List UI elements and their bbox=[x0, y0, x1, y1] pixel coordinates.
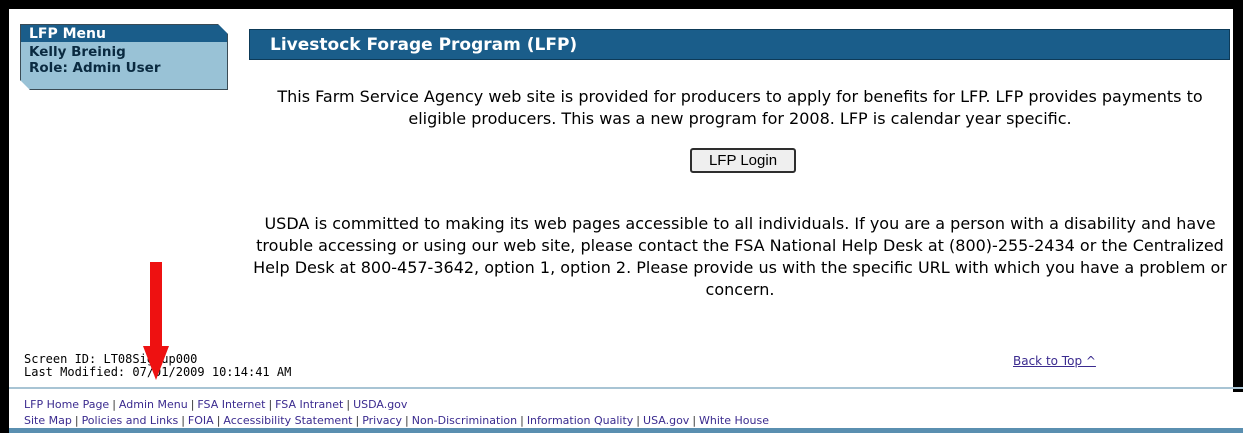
footer-link-usa-gov[interactable]: USA.gov bbox=[643, 414, 689, 427]
footer-link-lfp-home[interactable]: LFP Home Page bbox=[24, 398, 109, 411]
footer-link-non-discrimination[interactable]: Non-Discrimination bbox=[412, 414, 517, 427]
footer-separator: | bbox=[346, 398, 351, 411]
footer-link-fsa-internet[interactable]: FSA Internet bbox=[197, 398, 265, 411]
footer-link-accessibility[interactable]: Accessibility Statement bbox=[223, 414, 352, 427]
intro-paragraph: This Farm Service Agency web site is pro… bbox=[277, 87, 1203, 128]
footer-link-policies[interactable]: Policies and Links bbox=[82, 414, 179, 427]
footer-divider bbox=[9, 387, 1243, 389]
accessibility-paragraph: USDA is committed to making its web page… bbox=[253, 214, 1227, 299]
footer-separator: | bbox=[74, 414, 79, 427]
footer-separator: | bbox=[268, 398, 273, 411]
back-to-top-link[interactable]: Back to Top ^ bbox=[1013, 354, 1096, 368]
footer-link-fsa-intranet[interactable]: FSA Intranet bbox=[275, 398, 343, 411]
footer-separator: | bbox=[405, 414, 409, 427]
footer-link-admin-menu[interactable]: Admin Menu bbox=[119, 398, 188, 411]
footer-separator: | bbox=[190, 398, 195, 411]
footer-separator: | bbox=[112, 398, 116, 411]
window-left-border bbox=[0, 0, 9, 433]
footer-separator: | bbox=[355, 414, 360, 427]
footer-links-secondary: Site Map | Policies and Links | FOIA | Accessi… bbox=[24, 414, 769, 427]
page-header-bar: Livestock Forage Program (LFP) bbox=[249, 29, 1230, 60]
page-title: Livestock Forage Program (LFP) bbox=[270, 35, 578, 55]
footer-separator: | bbox=[181, 414, 185, 427]
footer-link-white-house[interactable]: White House bbox=[699, 414, 769, 427]
user-role: Role: Admin User bbox=[29, 60, 161, 76]
red-down-arrow-annotation bbox=[143, 262, 169, 380]
menu-title[interactable]: LFP Menu bbox=[29, 26, 106, 42]
footer-link-information-quality[interactable]: Information Quality bbox=[527, 414, 633, 427]
footer-separator: | bbox=[520, 414, 524, 427]
footer-link-site-map[interactable]: Site Map bbox=[24, 414, 72, 427]
footer-separator: | bbox=[216, 414, 221, 427]
window-right-border bbox=[1233, 0, 1243, 392]
footer-links-primary: LFP Home Page | Admin Menu | FSA Internet | FS… bbox=[24, 398, 407, 411]
footer-separator: | bbox=[692, 414, 697, 427]
footer-separator: | bbox=[636, 414, 641, 427]
footer-link-privacy[interactable]: Privacy bbox=[362, 414, 402, 427]
footer-link-usda-gov[interactable]: USDA.gov bbox=[353, 398, 407, 411]
user-name: Kelly Breinig bbox=[29, 44, 126, 60]
footer-bottom-band bbox=[9, 428, 1243, 433]
window-top-border bbox=[0, 0, 1243, 9]
lfp-menu-panel[interactable]: LFP Menu Kelly Breinig Role: Admin User bbox=[20, 24, 228, 90]
lfp-login-button[interactable]: LFP Login bbox=[690, 148, 796, 173]
footer-link-foia[interactable]: FOIA bbox=[188, 414, 214, 427]
